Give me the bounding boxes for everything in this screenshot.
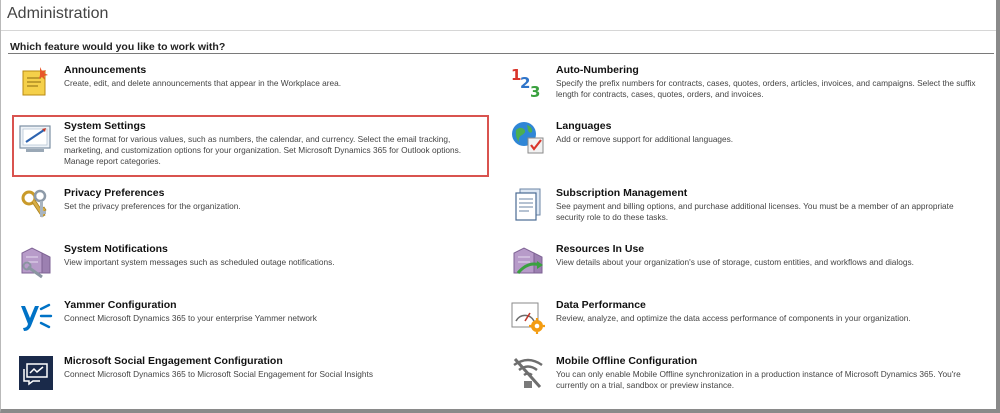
feature-title: Auto-Numbering — [556, 64, 639, 76]
feature-privacy-preferences[interactable]: Privacy Preferences Set the privacy pref… — [18, 187, 478, 227]
feature-title: Data Performance — [556, 299, 646, 311]
feature-description: Create, edit, and delete announcements t… — [64, 78, 342, 88]
selection-highlight — [12, 115, 489, 177]
yammer-icon — [18, 299, 54, 335]
feature-title: Yammer Configuration — [64, 299, 177, 311]
feature-title: System Notifications — [64, 243, 168, 255]
languages-icon — [510, 120, 546, 156]
feature-languages[interactable]: Languages Add or remove support for addi… — [510, 120, 980, 160]
svg-text:3: 3 — [530, 83, 540, 100]
feature-description: Add or remove support for additional lan… — [556, 134, 734, 144]
feature-description: Review, analyze, and optimize the data a… — [556, 313, 911, 323]
subscription-document-icon — [510, 187, 546, 223]
svg-text:2: 2 — [520, 74, 530, 92]
feature-title: Languages — [556, 120, 612, 132]
feature-title: Resources In Use — [556, 243, 645, 255]
feature-resources-in-use[interactable]: Resources In Use View details about your… — [510, 243, 980, 283]
social-engagement-icon — [18, 355, 54, 391]
feature-description: View details about your organization's u… — [556, 257, 914, 267]
title-divider — [1, 30, 996, 31]
mobile-offline-icon — [510, 355, 546, 391]
feature-title: Mobile Offline Configuration — [556, 355, 698, 367]
announcements-icon — [18, 64, 54, 100]
feature-data-performance[interactable]: Data Performance Review, analyze, and op… — [510, 299, 980, 339]
feature-yammer-configuration[interactable]: Yammer Configuration Connect Microsoft D… — [18, 299, 478, 339]
feature-description: Connect Microsoft Dynamics 365 to your e… — [64, 313, 317, 323]
feature-auto-numbering[interactable]: 1 2 3 Auto-Numbering Specify the prefix … — [510, 64, 980, 104]
feature-description: Connect Microsoft Dynamics 365 to Micros… — [64, 369, 373, 379]
page-title: Administration — [7, 5, 109, 22]
feature-description: See payment and billing options, and pur… — [556, 201, 954, 223]
feature-announcements[interactable]: Announcements Create, edit, and delete a… — [18, 64, 478, 104]
feature-title: Announcements — [64, 64, 147, 76]
data-performance-icon — [510, 299, 546, 335]
section-divider — [8, 53, 994, 54]
system-notifications-icon — [18, 243, 54, 279]
section-heading: Which feature would you like to work wit… — [10, 41, 226, 53]
feature-description: You can only enable Mobile Offline synch… — [556, 369, 961, 391]
auto-numbering-icon: 1 2 3 — [510, 64, 546, 100]
feature-description: Set the privacy preferences for the orga… — [64, 201, 241, 211]
feature-title: Privacy Preferences — [64, 187, 165, 199]
resources-in-use-icon — [510, 243, 546, 279]
feature-social-engagement-configuration[interactable]: Microsoft Social Engagement Configuratio… — [18, 355, 478, 395]
feature-title: Subscription Management — [556, 187, 688, 199]
privacy-keys-icon — [18, 187, 54, 223]
feature-description: View important system messages such as s… — [64, 257, 335, 267]
feature-description: Specify the prefix numbers for contracts… — [556, 78, 976, 100]
feature-mobile-offline-configuration[interactable]: Mobile Offline Configuration You can onl… — [510, 355, 980, 395]
feature-subscription-management[interactable]: Subscription Management See payment and … — [510, 187, 980, 227]
feature-title: Microsoft Social Engagement Configuratio… — [64, 355, 283, 367]
feature-system-notifications[interactable]: System Notifications View important syst… — [18, 243, 478, 283]
